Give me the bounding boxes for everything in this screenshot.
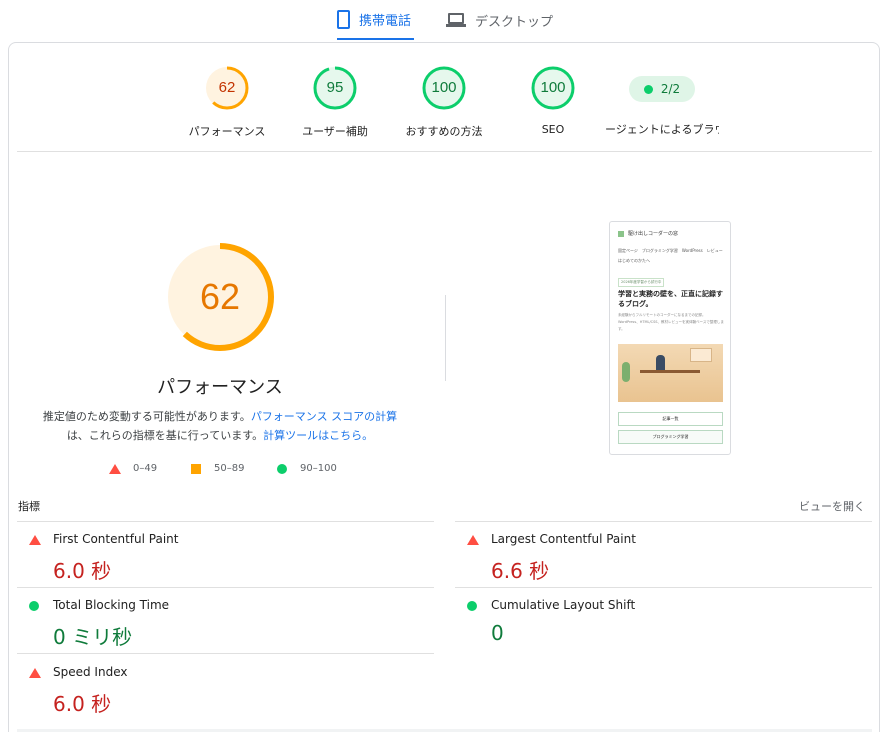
category-label: おすすめの方法 [405, 125, 483, 138]
thumb-badge: 2026年度学習から試行中 [618, 278, 665, 287]
metric-value: 0 ミリ秒 [53, 625, 133, 649]
smartphone-icon [337, 9, 350, 29]
pass-dot-icon [643, 84, 653, 94]
agentic-browsing-value: 2/2 [660, 82, 681, 96]
thumb-desk [640, 370, 700, 373]
performance-title: パフォーマンス [157, 377, 283, 398]
divider [17, 653, 434, 654]
desc-text: 推定値のため変動する可能性があります。 [42, 410, 251, 423]
fail-triangle-icon [109, 463, 121, 474]
category-label: ユーザー補助 [302, 125, 368, 138]
performance-score: 62 [218, 79, 236, 96]
site-logo-icon [618, 230, 624, 237]
divider [17, 151, 872, 152]
thumb-person [656, 355, 665, 371]
thumb-nav-line: はじめてのかたへ [618, 258, 650, 263]
divider [455, 521, 872, 522]
pass-circle-icon [277, 463, 287, 474]
laptop-icon [446, 13, 466, 27]
category-best-practices[interactable]: 100 おすすめの方法 [394, 65, 494, 139]
pass-circle-icon [29, 601, 39, 611]
legend-pass-label: 90–100 [300, 463, 337, 474]
category-seo[interactable]: 100 SEO [503, 65, 603, 136]
legend-fail-label: 0–49 [133, 463, 158, 474]
metric-name: First Contentful Paint [53, 532, 179, 546]
thumb-window [690, 348, 712, 362]
category-label: SEO [541, 123, 565, 136]
divider [455, 587, 872, 588]
thumb-site-title: 駆け出しコーダーの窓 [628, 231, 679, 237]
legend-pass: 90–100 [277, 463, 337, 474]
accessibility-score: 95 [326, 79, 344, 96]
category-accessibility[interactable]: 95 ユーザー補助 [285, 65, 385, 139]
desc-text: は、これらの指標を基に行っています。 [66, 429, 264, 442]
metric-value: 6.0 秒 [53, 559, 112, 583]
metric-value: 6.0 秒 [53, 692, 112, 716]
tab-desktop[interactable]: デスクトップ [446, 0, 566, 40]
expand-view-button[interactable]: ビューを開く [799, 498, 865, 514]
average-square-icon [191, 463, 201, 474]
tab-mobile-label: 携帯電話 [359, 13, 412, 29]
pass-circle-icon [467, 601, 477, 611]
category-performance[interactable]: 62 パフォーマンス [177, 65, 277, 139]
metric-value: 0 [491, 621, 504, 645]
divider [17, 587, 434, 588]
best-practices-score: 100 [431, 79, 457, 96]
metric-name: Cumulative Layout Shift [491, 598, 636, 612]
seo-score: 100 [540, 79, 566, 96]
score-calc-link[interactable]: パフォーマンス スコアの計算 [251, 410, 397, 423]
legend-average-label: 50–89 [214, 463, 245, 474]
thumb-button: 記事一覧 [618, 412, 723, 426]
performance-big-score: 62 [199, 276, 241, 317]
metrics-heading: 指標 [18, 500, 40, 513]
metric-name: Total Blocking Time [53, 598, 170, 612]
tab-desktop-label: デスクトップ [475, 14, 554, 30]
fail-triangle-icon [29, 535, 41, 545]
tab-mobile[interactable]: 携帯電話 [337, 0, 414, 40]
category-label: パフォーマンス [188, 125, 266, 138]
thumb-plant [622, 362, 630, 382]
divider [17, 521, 434, 522]
thumb-header: 駆け出しコーダーの窓 [618, 230, 678, 237]
agentic-browsing-badge[interactable]: 2/2 [629, 76, 695, 102]
performance-description: 推定値のため変動する可能性があります。パフォーマンス スコアの計算は、これらの指… [37, 407, 403, 445]
thumb-nav-line: 固定ページ ブログラミング学習 WordPress レビュー [618, 248, 723, 253]
final-screenshot[interactable]: 駆け出しコーダーの窓 固定ページ ブログラミング学習 WordPress レビュ… [609, 221, 731, 455]
metric-name: Speed Index [53, 665, 128, 679]
thumb-headline: 学習と実務の壁を、正直に記録するブログ。 [618, 290, 723, 308]
thumb-nav: 固定ページ ブログラミング学習 WordPress レビュー はじめてのかたへ [618, 246, 724, 266]
fail-triangle-icon [467, 535, 479, 545]
metric-value: 6.6 秒 [491, 559, 550, 583]
report-card: 62 パフォーマンス 95 ユーザー補助 100 おすすめの方法 100 SEO… [8, 42, 880, 732]
fail-triangle-icon [29, 668, 41, 678]
calculator-link[interactable]: 計算ツールはこちら。 [263, 429, 373, 442]
device-tabs: 携帯電話 デスクトップ [0, 0, 886, 40]
thumb-button: プログラミング学習 [618, 430, 723, 444]
thumb-body: 未経験からフルリモートのコーダーになるまでの記録。WordPress、HTML/… [618, 313, 724, 331]
vertical-divider [445, 295, 446, 381]
legend-fail: 0–49 [109, 463, 157, 474]
agentic-browsing-label: ージェントによるブラウジング [605, 123, 719, 136]
legend-average: 50–89 [191, 463, 244, 474]
metric-name: Largest Contentful Paint [491, 532, 636, 546]
